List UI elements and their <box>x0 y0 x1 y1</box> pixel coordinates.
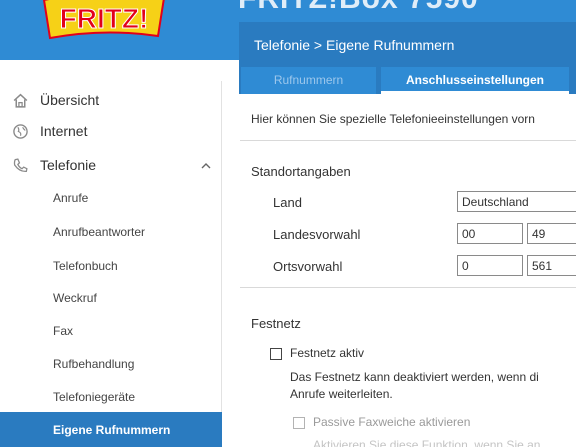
sidebar-item-label: Übersicht <box>40 92 100 108</box>
country-code-prefix: 00 <box>457 223 523 244</box>
sidebar-subitem-rufbehandlung[interactable]: Rufbehandlung <box>0 349 222 379</box>
sidebar-item-label: Internet <box>40 123 88 139</box>
main-content: Hier können Sie spezielle Telefonieeinst… <box>240 94 576 447</box>
section-title-location: Standortangaben <box>251 164 351 179</box>
landline-description-cont: Anrufe weiterleiten. <box>290 387 393 401</box>
fax-switch-hint: Aktivieren Sie diese Funktion, wenn Sie … <box>313 438 541 447</box>
country-code-label: Landesvorwahl <box>273 227 361 242</box>
area-code-prefix: 0 <box>457 255 523 276</box>
product-name: FRITZ!Box 7590 <box>238 0 479 16</box>
country-code-input[interactable]: 49 <box>527 223 576 244</box>
sidebar: Übersicht Internet Telefonie Anrufe Anru… <box>0 81 222 447</box>
area-code-input[interactable]: 561 <box>527 255 576 276</box>
divider <box>240 287 576 288</box>
logo-text: FRITZ! <box>60 3 149 34</box>
sidebar-subitem-telefonbuch[interactable]: Telefonbuch <box>0 251 222 281</box>
tab-rufnummern[interactable]: Rufnummern <box>241 67 376 94</box>
sidebar-subitem-eigene-rufnummern[interactable]: Eigene Rufnummern <box>0 412 222 447</box>
fritz-logo[interactable]: FRITZ! <box>38 0 170 42</box>
sidebar-subitem-weckruf[interactable]: Weckruf <box>0 283 222 313</box>
fax-switch-label: Passive Faxweiche aktivieren <box>313 415 471 429</box>
sidebar-item-internet[interactable]: Internet <box>0 120 222 150</box>
sidebar-subitem-anrufe[interactable]: Anrufe <box>0 183 222 213</box>
landline-active-label[interactable]: Festnetz aktiv <box>290 346 364 360</box>
chevron-up-icon[interactable] <box>200 160 212 172</box>
tab-bar: Rufnummern Anschlusseinstellungen <box>239 67 576 94</box>
sidebar-subitem-label: Rufbehandlung <box>53 357 135 371</box>
sidebar-subitem-label: Anrufe <box>53 191 89 205</box>
section-title-landline: Festnetz <box>251 316 301 331</box>
sidebar-item-label: Telefonie <box>40 157 97 173</box>
landline-description: Das Festnetz kann deaktiviert werden, we… <box>290 370 539 384</box>
sidebar-subitem-telefoniegeraete[interactable]: Telefoniegeräte <box>0 382 222 412</box>
globe-icon <box>13 124 28 139</box>
sidebar-item-uebersicht[interactable]: Übersicht <box>0 89 222 119</box>
fax-switch-checkbox[interactable] <box>293 417 305 429</box>
sidebar-subitem-label: Anrufbeantworter <box>53 225 146 239</box>
country-label: Land <box>273 195 302 210</box>
sidebar-subitem-fax[interactable]: Fax <box>0 316 222 346</box>
sidebar-subitem-label: Telefoniegeräte <box>53 390 136 404</box>
sidebar-subitem-anrufbeantworter[interactable]: Anrufbeantworter <box>0 217 222 247</box>
intro-text: Hier können Sie spezielle Telefonieeinst… <box>251 112 535 126</box>
breadcrumb: Telefonie > Eigene Rufnummern <box>254 37 455 53</box>
landline-active-checkbox[interactable] <box>270 348 282 360</box>
tab-anschlusseinstellungen[interactable]: Anschlusseinstellungen <box>381 67 569 94</box>
sidebar-item-telefonie[interactable]: Telefonie <box>0 154 222 184</box>
area-code-label: Ortsvorwahl <box>273 259 343 274</box>
sidebar-subitem-label: Eigene Rufnummern <box>53 423 171 437</box>
sidebar-subitem-label: Telefonbuch <box>53 259 118 273</box>
page-header: Telefonie > Eigene Rufnummern Rufnummern… <box>239 22 576 94</box>
phone-icon <box>13 158 28 172</box>
home-icon <box>13 93 28 108</box>
country-select[interactable]: Deutschland <box>457 191 576 212</box>
sidebar-subitem-label: Fax <box>53 324 74 338</box>
sidebar-subitem-label: Weckruf <box>53 291 97 305</box>
divider <box>240 140 576 141</box>
